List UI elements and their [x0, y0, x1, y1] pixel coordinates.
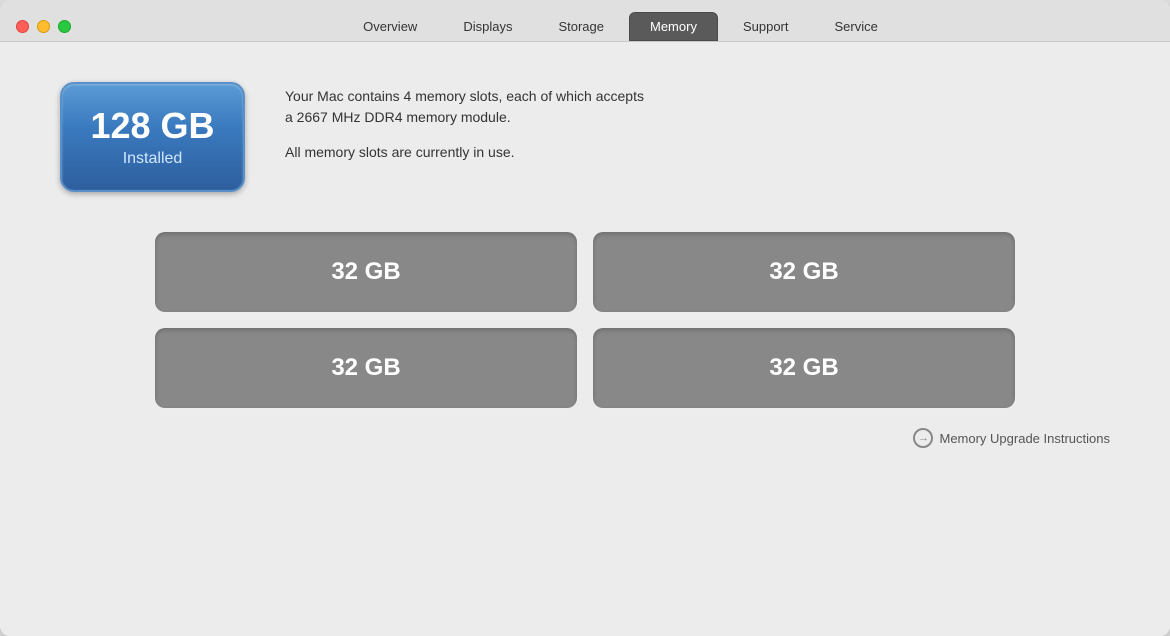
- description-line3: All memory slots are currently in use.: [285, 142, 644, 163]
- memory-slots-grid: 32 GB 32 GB 32 GB 32 GB: [155, 232, 1015, 408]
- slot-3-label: 32 GB: [331, 354, 400, 382]
- close-button[interactable]: [16, 20, 29, 33]
- memory-badge: 128 GB Installed: [60, 82, 245, 192]
- description-line1: Your Mac contains 4 memory slots, each o…: [285, 86, 644, 128]
- upgrade-arrow-icon: [913, 428, 933, 448]
- tab-overview[interactable]: Overview: [342, 12, 438, 41]
- upgrade-link-label: Memory Upgrade Instructions: [939, 431, 1110, 446]
- memory-upgrade-link[interactable]: Memory Upgrade Instructions: [913, 428, 1110, 448]
- main-content: 128 GB Installed Your Mac contains 4 mem…: [0, 42, 1170, 636]
- tab-displays[interactable]: Displays: [442, 12, 533, 41]
- slot-2-label: 32 GB: [769, 258, 838, 286]
- tab-support[interactable]: Support: [722, 12, 810, 41]
- memory-slot-4: 32 GB: [593, 328, 1015, 408]
- maximize-button[interactable]: [58, 20, 71, 33]
- titlebar: Overview Displays Storage Memory Support…: [0, 0, 1170, 41]
- traffic-lights: [16, 20, 71, 33]
- description-text: Your Mac contains 4 memory slots, each o…: [285, 82, 644, 163]
- memory-slot-1: 32 GB: [155, 232, 577, 312]
- top-section: 128 GB Installed Your Mac contains 4 mem…: [60, 82, 1110, 192]
- slot-1-label: 32 GB: [331, 258, 400, 286]
- memory-slot-3: 32 GB: [155, 328, 577, 408]
- tab-bar: Overview Displays Storage Memory Support…: [87, 12, 1154, 41]
- about-this-mac-window: Overview Displays Storage Memory Support…: [0, 0, 1170, 636]
- tab-storage[interactable]: Storage: [537, 12, 625, 41]
- memory-slot-2: 32 GB: [593, 232, 1015, 312]
- footer: Memory Upgrade Instructions: [60, 408, 1110, 448]
- memory-installed-label: Installed: [123, 150, 183, 168]
- tab-service[interactable]: Service: [814, 12, 899, 41]
- slot-4-label: 32 GB: [769, 354, 838, 382]
- minimize-button[interactable]: [37, 20, 50, 33]
- memory-size: 128 GB: [90, 106, 214, 146]
- tab-memory[interactable]: Memory: [629, 12, 718, 41]
